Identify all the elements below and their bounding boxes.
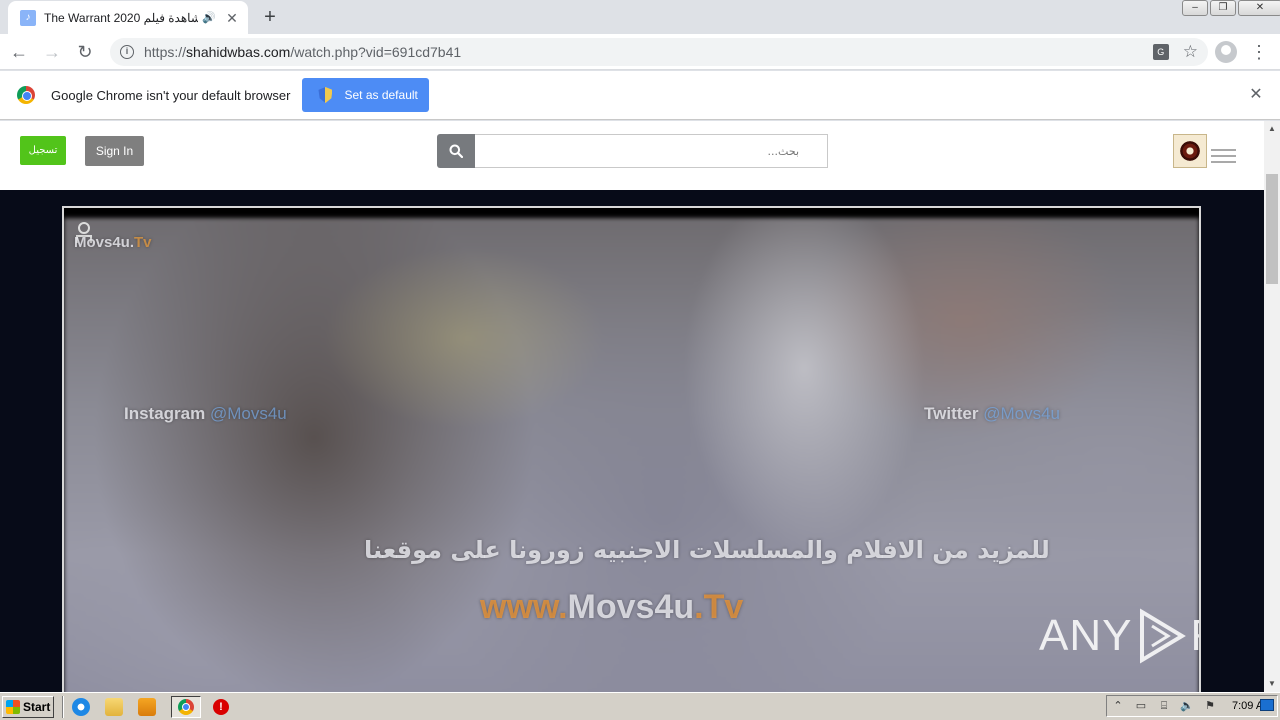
register-button[interactable]: تسجيل bbox=[20, 136, 66, 165]
windows-taskbar: Start ! ⌃ ▭ ⌸ 🔈 ⚑ 7:09 AM bbox=[0, 692, 1280, 720]
search-icon bbox=[449, 144, 463, 158]
back-arrow-icon[interactable]: ← bbox=[5, 38, 33, 66]
scroll-down-arrow-icon[interactable]: ▼ bbox=[1264, 676, 1280, 692]
tab-close-icon[interactable]: ✕ bbox=[224, 10, 240, 26]
scroll-up-arrow-icon[interactable]: ▲ bbox=[1264, 121, 1280, 137]
instagram-watermark: Instagram @Movs4u bbox=[124, 404, 287, 423]
search-button[interactable] bbox=[437, 134, 475, 168]
windows-flag-icon bbox=[6, 699, 20, 714]
web-page: تسجيل Sign In Movs4u.Tv Instagram @Movs4… bbox=[0, 121, 1264, 692]
twitter-watermark: Twitter @Movs4u bbox=[924, 404, 1060, 423]
url-scheme: https:// bbox=[144, 44, 187, 60]
system-tray: ⌃ ▭ ⌸ 🔈 ⚑ 7:09 AM bbox=[1106, 695, 1278, 717]
url-host: shahidwbas.com bbox=[186, 44, 291, 60]
translate-icon[interactable]: G bbox=[1152, 44, 1169, 60]
set-as-default-button[interactable]: Set as default bbox=[302, 78, 430, 112]
url-text[interactable]: https://shahidwbas.com/watch.php?vid=691… bbox=[144, 44, 1153, 60]
uac-shield-icon bbox=[318, 87, 333, 103]
anyrun-right-text: RUN bbox=[1190, 611, 1199, 661]
new-tab-button[interactable]: + bbox=[258, 5, 282, 29]
music-note-icon: ♪ bbox=[20, 9, 36, 26]
tab-title: The Warrant 2020 مشاهدة فيلم bbox=[44, 10, 199, 25]
start-button[interactable]: Start bbox=[2, 695, 54, 718]
network-status-icon[interactable]: ⌸ bbox=[1157, 699, 1171, 713]
restore-button[interactable]: ❐ bbox=[1210, 0, 1236, 16]
arabic-banner-watermark: للمزيد من الافلام والمسلسلات الاجنبيه زو… bbox=[364, 536, 1050, 564]
infobar-close-icon[interactable]: ✕ bbox=[1248, 87, 1264, 103]
anyrun-left-text: ANY bbox=[1039, 611, 1133, 660]
show-desktop-icon[interactable] bbox=[1260, 699, 1274, 711]
site-logo[interactable] bbox=[1173, 134, 1207, 168]
hamburger-menu-icon[interactable] bbox=[1211, 149, 1236, 163]
close-window-button[interactable]: ✕ bbox=[1238, 0, 1280, 16]
video-player[interactable]: Movs4u.Tv Instagram @Movs4u Twitter @Mov… bbox=[62, 206, 1201, 692]
file-explorer-icon[interactable] bbox=[105, 697, 123, 716]
browser-toolbar: ← → ↻ i https://shahidwbas.com/watch.php… bbox=[0, 34, 1280, 70]
network-icon[interactable]: ▭ bbox=[1134, 699, 1148, 713]
action-center-flag-icon[interactable]: ⚑ bbox=[1203, 699, 1217, 713]
chrome-logo-icon bbox=[17, 86, 35, 104]
forward-arrow-icon[interactable]: → bbox=[38, 38, 66, 66]
chrome-taskbar-icon bbox=[178, 698, 194, 715]
bookmark-star-icon[interactable]: ☆ bbox=[1183, 43, 1198, 60]
show-hidden-icons-chevron-icon[interactable]: ⌃ bbox=[1111, 699, 1125, 713]
search-input[interactable] bbox=[475, 134, 828, 168]
omnibox-actions: G ☆ bbox=[1152, 43, 1198, 60]
internet-explorer-icon[interactable] bbox=[72, 697, 90, 716]
taskbar-chrome-button[interactable] bbox=[171, 695, 201, 718]
speaker-icon[interactable]: 🔊 bbox=[202, 11, 216, 24]
minimize-button[interactable]: – bbox=[1182, 0, 1208, 16]
anyrun-logo: ANY RUN bbox=[1039, 608, 1199, 664]
media-player-icon[interactable] bbox=[138, 697, 156, 716]
sign-in-button[interactable]: Sign In bbox=[85, 136, 144, 166]
screen: ♪ The Warrant 2020 مشاهدة فيلم 🔊 ✕ + – ❐… bbox=[0, 0, 1280, 720]
infobar-message: Google Chrome isn't your default browser bbox=[51, 87, 291, 103]
stop-sign-icon[interactable]: ! bbox=[213, 698, 229, 715]
address-bar[interactable]: i https://shahidwbas.com/watch.php?vid=6… bbox=[110, 38, 1208, 66]
site-watermark: www.Movs4u.Tv bbox=[480, 588, 744, 626]
set-as-default-label: Set as default bbox=[344, 88, 418, 102]
scrollbar-thumb[interactable] bbox=[1266, 174, 1278, 284]
page-scrollbar[interactable]: ▲ ▼ bbox=[1264, 121, 1280, 692]
browser-tab[interactable]: ♪ The Warrant 2020 مشاهدة فيلم 🔊 ✕ bbox=[8, 1, 248, 34]
window-controls: – ❐ ✕ bbox=[1180, 0, 1280, 18]
reload-icon[interactable]: ↻ bbox=[71, 38, 99, 66]
site-header: تسجيل Sign In bbox=[0, 121, 1264, 190]
start-label: Start bbox=[23, 699, 51, 714]
browser-menu-icon[interactable]: ⋮ bbox=[1250, 40, 1268, 64]
tab-strip: ♪ The Warrant 2020 مشاهدة فيلم 🔊 ✕ + – ❐… bbox=[0, 0, 1280, 34]
taskbar-separator bbox=[62, 695, 64, 718]
default-browser-infobar: Google Chrome isn't your default browser… bbox=[0, 71, 1280, 120]
play-triangle-icon bbox=[1140, 608, 1187, 664]
url-path: /watch.php?vid=691cd7b41 bbox=[290, 44, 462, 60]
corner-watermark: Movs4u.Tv bbox=[74, 234, 152, 251]
volume-icon[interactable]: 🔈 bbox=[1180, 699, 1194, 713]
profile-avatar-icon[interactable] bbox=[1215, 41, 1237, 63]
site-info-icon[interactable]: i bbox=[120, 45, 134, 59]
